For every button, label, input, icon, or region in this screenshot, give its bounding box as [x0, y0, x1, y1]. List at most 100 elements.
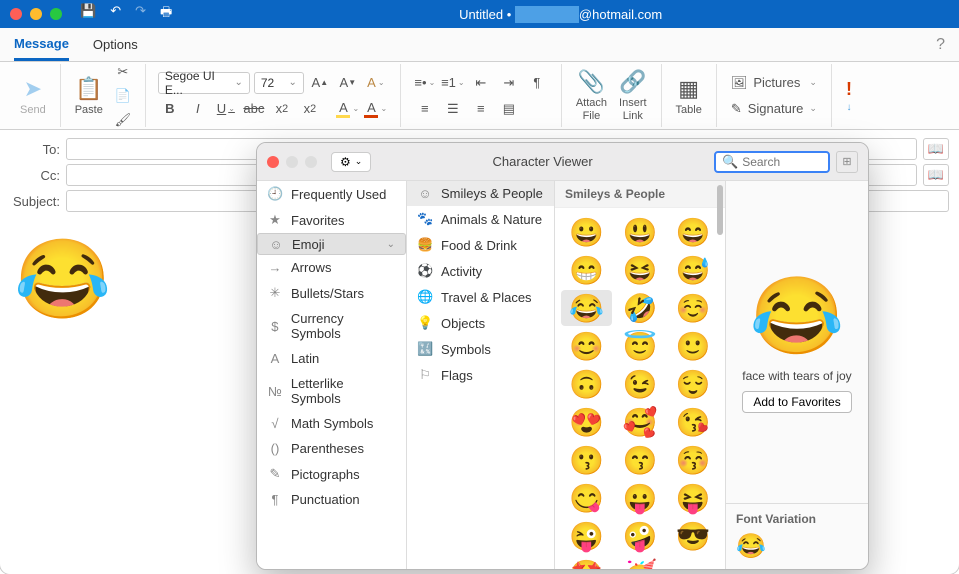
underline-button[interactable]: U [214, 98, 238, 120]
emoji-cell[interactable]: 😜 [561, 518, 612, 554]
emoji-cell[interactable]: 😍 [561, 404, 612, 440]
align-left-button[interactable]: ≡ [413, 98, 437, 120]
table-button[interactable]: ▦ Table [670, 74, 708, 118]
signature-button[interactable]: ✎Signature [727, 98, 821, 120]
bullets-button[interactable]: ≡• [413, 72, 437, 94]
align-center-button[interactable]: ☰ [441, 98, 465, 120]
clear-formatting-icon[interactable]: A [364, 72, 388, 94]
maximize-window-button[interactable] [50, 8, 62, 20]
subscript-button[interactable]: x2 [270, 98, 294, 120]
cv-cat1-item[interactable]: №Letterlike Symbols [257, 371, 406, 411]
italic-button[interactable]: I [186, 98, 210, 120]
cv-cat1-item[interactable]: ALatin [257, 346, 406, 371]
emoji-cell[interactable]: 😚 [668, 442, 719, 478]
cv-cat1-item[interactable]: ✎Pictographs [257, 461, 406, 487]
justify-button[interactable]: ▤ [497, 98, 521, 120]
numbering-button[interactable]: ≡1 [441, 72, 465, 94]
emoji-cell[interactable]: 😃 [614, 214, 665, 250]
cv-cat2-item[interactable]: 🍔Food & Drink [407, 232, 554, 258]
emoji-cell[interactable]: ☺️ [668, 290, 719, 326]
emoji-cell[interactable]: 🤣 [614, 290, 665, 326]
cv-cat2-item[interactable]: 🔣Symbols [407, 336, 554, 362]
paste-button[interactable]: 📋 Paste [69, 74, 109, 118]
cv-cat1-item[interactable]: ()Parentheses [257, 436, 406, 461]
emoji-cell[interactable]: 😉 [614, 366, 665, 402]
bold-button[interactable]: B [158, 98, 182, 120]
undo-icon[interactable]: ↶ [110, 3, 121, 25]
tab-options[interactable]: Options [93, 30, 138, 59]
strikethrough-button[interactable]: abc [242, 98, 266, 120]
emoji-cell[interactable]: 😎 [668, 518, 719, 554]
emoji-cell[interactable]: 😅 [668, 252, 719, 288]
tab-message[interactable]: Message [14, 29, 69, 61]
cv-cat1-item[interactable]: ☺Emoji [257, 233, 406, 255]
address-book-to-button[interactable]: 📖 [923, 138, 949, 160]
copy-icon[interactable]: 📄 [111, 85, 135, 107]
emoji-cell[interactable]: 😗 [561, 442, 612, 478]
cv-maximize-button[interactable] [305, 156, 317, 168]
cv-grid-toggle-button[interactable]: ⊞ [836, 151, 858, 173]
decrease-font-icon[interactable]: A▼ [336, 72, 360, 94]
redo-icon[interactable]: ↷ [135, 3, 146, 25]
cv-search-field[interactable]: 🔍 [714, 151, 830, 173]
format-painter-icon[interactable]: 🖌 [111, 109, 135, 131]
cut-icon[interactable]: ✂ [111, 61, 135, 83]
cv-font-variation-emoji[interactable]: 😂 [736, 532, 858, 561]
emoji-cell[interactable]: 🙃 [561, 366, 612, 402]
add-to-favorites-button[interactable]: Add to Favorites [742, 391, 851, 413]
emoji-cell[interactable]: 😊 [561, 328, 612, 364]
cv-cat2-item[interactable]: ⚽Activity [407, 258, 554, 284]
align-right-button[interactable]: ≡ [469, 98, 493, 120]
emoji-cell[interactable]: 🥳 [614, 556, 665, 569]
font-color-button[interactable]: A [364, 98, 388, 120]
cv-cat1-item[interactable]: 🕘Frequently Used [257, 181, 406, 207]
pictures-button[interactable]: 🖼Pictures [727, 72, 821, 94]
cv-cat2-item[interactable]: ⚐Flags [407, 362, 554, 388]
emoji-cell[interactable]: 😂 [561, 290, 612, 326]
highlight-color-button[interactable]: A [336, 98, 360, 120]
emoji-cell[interactable]: 😋 [561, 480, 612, 516]
emoji-cell[interactable]: 🙂 [668, 328, 719, 364]
send-button[interactable]: ➤ Send [14, 74, 52, 118]
close-window-button[interactable] [10, 8, 22, 20]
show-formatting-button[interactable]: ¶ [525, 72, 549, 94]
save-icon[interactable]: 💾 [80, 3, 96, 25]
emoji-cell[interactable]: 😇 [614, 328, 665, 364]
cv-cat2-item[interactable]: 🌐Travel & Places [407, 284, 554, 310]
cv-cat1-item[interactable]: ★Favorites [257, 207, 406, 233]
emoji-cell[interactable]: 😁 [561, 252, 612, 288]
font-family-select[interactable]: Segoe UI E... [158, 72, 250, 94]
cv-scrollbar[interactable] [717, 185, 723, 235]
cv-cat1-item[interactable]: √Math Symbols [257, 411, 406, 436]
cv-cat2-item[interactable]: 🐾Animals & Nature [407, 206, 554, 232]
emoji-cell[interactable]: 😆 [614, 252, 665, 288]
cv-cat1-item[interactable]: $Currency Symbols [257, 306, 406, 346]
priority-button[interactable]: ! ↓ [840, 77, 858, 115]
emoji-cell[interactable]: 😌 [668, 366, 719, 402]
help-icon[interactable]: ? [936, 36, 945, 54]
cv-cat1-item[interactable]: ¶Punctuation [257, 487, 406, 512]
emoji-cell[interactable]: 😛 [614, 480, 665, 516]
emoji-cell[interactable]: 🤪 [614, 518, 665, 554]
cv-minimize-button[interactable] [286, 156, 298, 168]
emoji-cell[interactable]: 😙 [614, 442, 665, 478]
cv-cat1-item[interactable]: →Arrows [257, 255, 406, 280]
emoji-cell[interactable]: 😄 [668, 214, 719, 250]
emoji-cell[interactable]: 😝 [668, 480, 719, 516]
address-book-cc-button[interactable]: 📖 [923, 164, 949, 186]
increase-indent-button[interactable]: ⇥ [497, 72, 521, 94]
decrease-indent-button[interactable]: ⇤ [469, 72, 493, 94]
cv-cat2-item[interactable]: ☺Smileys & People [407, 181, 554, 206]
emoji-cell[interactable]: 🥰 [614, 404, 665, 440]
attach-file-button[interactable]: 📎 Attach File [570, 67, 613, 123]
cv-cat1-item[interactable]: ✳Bullets/Stars [257, 280, 406, 306]
insert-link-button[interactable]: 🔗 Insert Link [613, 67, 653, 123]
cv-cat2-item[interactable]: 💡Objects [407, 310, 554, 336]
font-size-select[interactable]: 72 [254, 72, 304, 94]
emoji-cell[interactable]: 🤩 [561, 556, 612, 569]
emoji-cell[interactable]: 😘 [668, 404, 719, 440]
print-icon[interactable]: 🖶 [160, 3, 172, 25]
superscript-button[interactable]: x2 [298, 98, 322, 120]
cv-close-button[interactable] [267, 156, 279, 168]
increase-font-icon[interactable]: A▲ [308, 72, 332, 94]
